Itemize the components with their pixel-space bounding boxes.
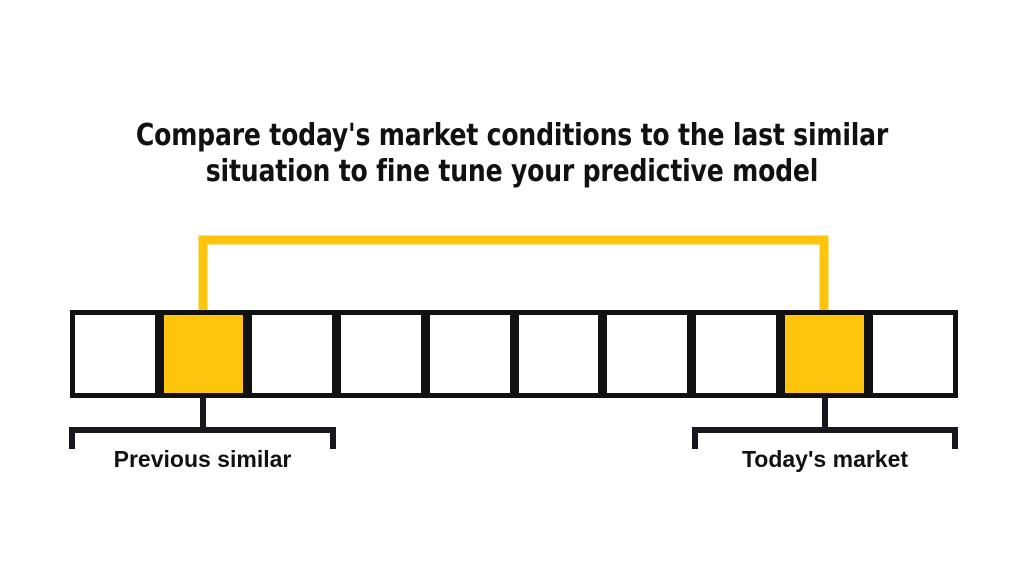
yellow-connector-bracket <box>198 235 829 312</box>
timeline-row <box>70 310 959 398</box>
timeline-cell-5[interactable] <box>513 310 604 398</box>
timeline-cell-7[interactable] <box>690 310 781 398</box>
timeline-cell-3[interactable] <box>336 310 426 398</box>
left-group-label: Previous similar <box>113 446 292 472</box>
title-line-1: Compare today's market conditions to the… <box>135 118 889 153</box>
right-group-label: Today's market <box>741 446 909 472</box>
right-group-stem <box>822 396 828 430</box>
timeline-cell-4[interactable] <box>424 310 515 398</box>
left-group-stem <box>200 396 206 430</box>
timeline-cell-9[interactable] <box>868 310 959 398</box>
timeline-cell-1-highlighted[interactable] <box>158 310 249 398</box>
title-line-2: situation to fine tune your predictive m… <box>205 154 819 189</box>
right-group-bracket-line <box>692 427 958 433</box>
yellow-connector-path <box>198 235 829 312</box>
timeline-cell-8-highlighted[interactable] <box>779 310 870 398</box>
left-group-bracket-line <box>69 427 336 433</box>
diagram-canvas: Compare today's market conditions to the… <box>0 0 1024 576</box>
page-title: Compare today's market conditions to the… <box>52 118 972 190</box>
timeline-cell-6[interactable] <box>602 310 692 398</box>
timeline-cell-0[interactable] <box>70 310 160 398</box>
timeline-cell-2[interactable] <box>247 310 338 398</box>
